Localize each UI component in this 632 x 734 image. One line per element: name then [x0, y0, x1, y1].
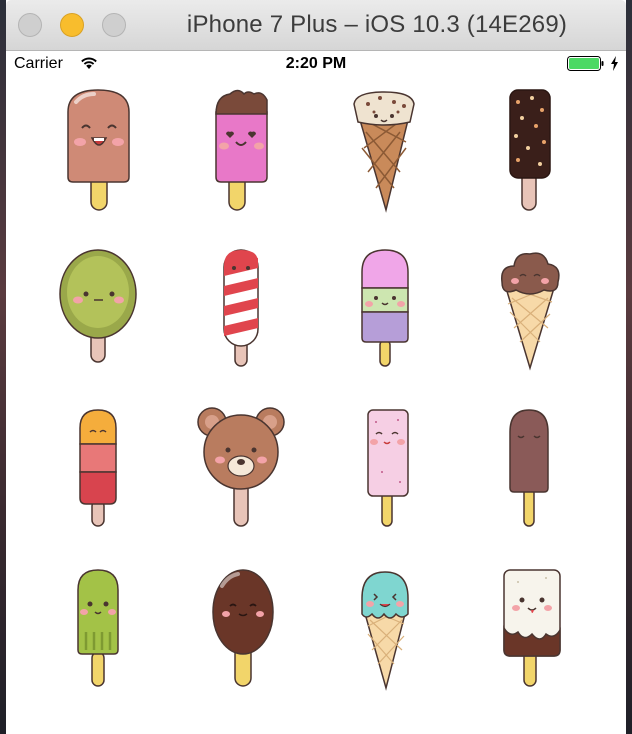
vanilla-chocolate-bar-icon[interactable] — [452, 562, 602, 722]
green-round-popsicle-icon[interactable] — [28, 242, 178, 402]
clock-time: 2:20 PM — [285, 55, 347, 72]
window-title: iPhone 7 Plus – iOS 10.3 (14E269) — [186, 11, 568, 38]
ice-cream-grid — [6, 77, 626, 734]
chocolate-bar-icon[interactable] — [452, 402, 602, 562]
battery-icon — [567, 56, 604, 71]
zoom-button[interactable] — [102, 13, 126, 37]
pink-speckled-bar-icon[interactable] — [310, 402, 460, 562]
mint-cone-icon[interactable] — [310, 562, 460, 722]
green-ribbed-popsicle-icon[interactable] — [28, 562, 178, 722]
charging-bolt-icon — [611, 56, 618, 71]
ios-status-bar: Carrier 2:20 PM — [6, 51, 626, 77]
teddy-bear-popsicle-icon[interactable] — [166, 402, 316, 562]
close-button[interactable] — [18, 13, 42, 37]
simulator-window: iPhone 7 Plus – iOS 10.3 (14E269) Carrie… — [6, 0, 626, 734]
chocolate-nut-bar-icon[interactable] — [452, 82, 602, 242]
striped-popsicle-icon[interactable] — [166, 242, 316, 402]
chocolate-popsicle-icon[interactable] — [28, 82, 178, 242]
orange-red-popsicle-icon[interactable] — [28, 402, 178, 562]
nut-cone-icon[interactable] — [310, 82, 460, 242]
desktop-background-right — [626, 0, 632, 734]
title-bar[interactable]: iPhone 7 Plus – iOS 10.3 (14E269) — [6, 0, 626, 51]
strawberry-bitten-popsicle-icon[interactable] — [166, 82, 316, 242]
chocolate-cone-icon[interactable] — [452, 242, 602, 402]
chocolate-oval-popsicle-icon[interactable] — [166, 562, 316, 722]
minimize-button[interactable] — [60, 13, 84, 37]
tricolor-popsicle-icon[interactable] — [310, 242, 460, 402]
